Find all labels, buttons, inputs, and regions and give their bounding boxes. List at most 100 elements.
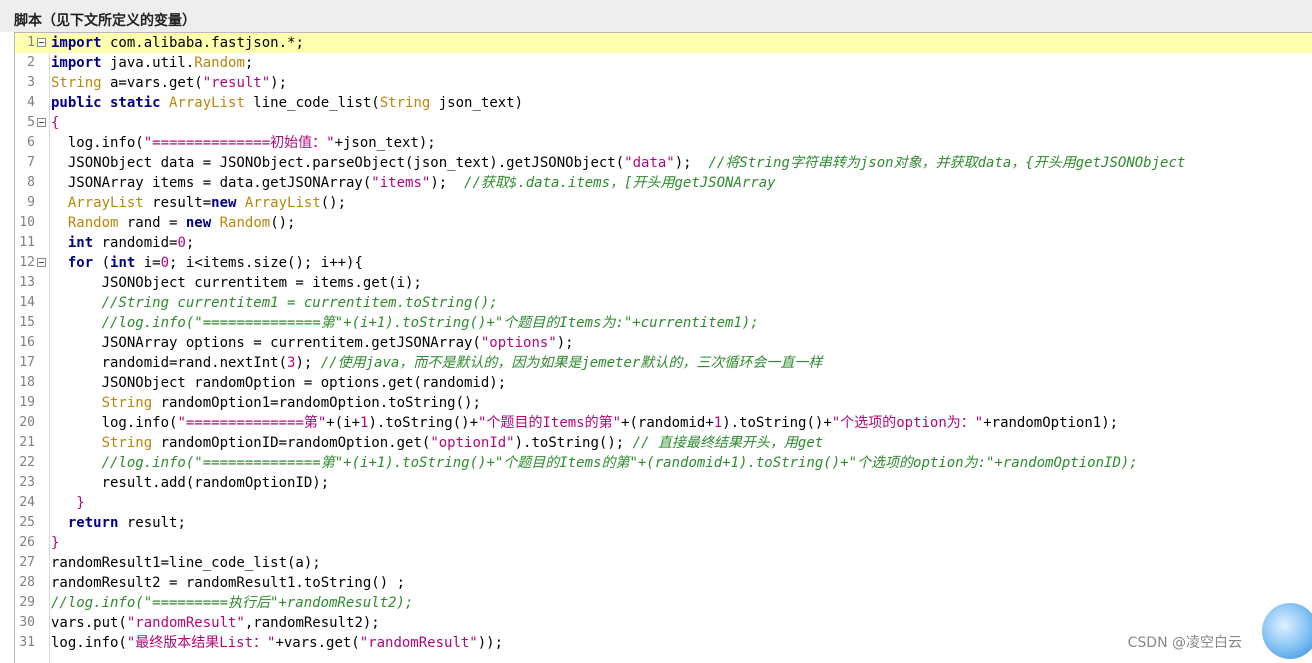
watermark: CSDN @凌空白云 — [1127, 635, 1242, 651]
code-token: "最终版本结果List：" — [126, 635, 276, 651]
code-text: //log.info("==============第"+(i+1).toStr… — [51, 313, 759, 333]
code-line[interactable]: 12 for (int i=0; i<items.size(); i++){ — [15, 253, 1312, 273]
code-token: return — [67, 515, 119, 531]
code-token: "==============初始值：" — [143, 135, 335, 151]
code-line[interactable]: 11 int randomid=0; — [15, 233, 1312, 253]
code-line[interactable]: 19 String randomOption1=randomOption.toS… — [15, 393, 1312, 413]
code-token: ( — [93, 255, 111, 271]
code-token: for — [67, 255, 94, 271]
code-line[interactable]: 2 import java.util.Random; — [15, 53, 1312, 73]
code-line[interactable]: 14 //String currentitem1 = currentitem.t… — [15, 293, 1312, 313]
code-token: ); — [270, 75, 288, 91]
code-line[interactable]: 6 log.info("==============初始值："+json_tex… — [15, 133, 1312, 153]
fold-toggle-icon[interactable] — [37, 118, 46, 127]
line-number: 13 — [19, 275, 35, 290]
code-token: ; i<items.size(); i++){ — [169, 255, 363, 271]
code-token: "个题目的Items的第" — [478, 415, 622, 431]
code-line[interactable]: 28 randomResult2 = randomResult1.toString… — [15, 573, 1312, 593]
code-token: ); — [556, 335, 574, 351]
code-line[interactable]: 21 String randomOptionID=randomOption.ge… — [15, 433, 1312, 453]
code-token: String — [101, 435, 153, 451]
code-line[interactable]: 16 JSONArray options = currentitem.getJS… — [15, 333, 1312, 353]
code-line[interactable]: 25 return result; — [15, 513, 1312, 533]
code-token: (); — [270, 215, 296, 231]
code-line[interactable]: 8 JSONArray items = data.getJSONArray("i… — [15, 173, 1312, 193]
code-token: JSONObject data = JSONObject.parseObject… — [51, 155, 625, 171]
code-line[interactable]: 17 randomid=rand.nextInt(3); //使用java，而不… — [15, 353, 1312, 373]
code-token: ); — [430, 175, 465, 191]
line-number: 4 — [27, 95, 35, 110]
code-token: ArrayList — [67, 195, 144, 211]
code-line[interactable]: 26} — [15, 533, 1312, 553]
code-text: int randomid=0; — [51, 233, 194, 253]
line-number: 12 — [19, 255, 35, 270]
code-token: JSONArray options = currentitem.getJSONA… — [51, 335, 481, 351]
fold-toggle-icon[interactable] — [37, 258, 46, 267]
avatar[interactable] — [1262, 603, 1312, 659]
code-token: java.util. — [101, 55, 195, 71]
code-line[interactable]: 9 ArrayList result=new ArrayList(); — [15, 193, 1312, 213]
code-text: JSONObject currentitem = items.get(i); — [51, 273, 422, 293]
code-token: ,randomResult2); — [244, 615, 380, 631]
code-line[interactable]: 10 Random rand = new Random(); — [15, 213, 1312, 233]
code-line[interactable]: 29 //log.info("=========执行后"+randomResult… — [15, 593, 1312, 613]
code-token: JSONObject currentitem = items.get(i); — [51, 275, 422, 291]
code-token: //String currentitem1 = currentitem.toSt… — [101, 295, 498, 311]
code-token: //log.info("==============第"+(i+1).toStr… — [101, 455, 1138, 471]
code-line[interactable]: 20 log.info("==============第"+(i+1).toSt… — [15, 413, 1312, 433]
line-number: 1 — [27, 35, 35, 50]
line-number: 16 — [19, 335, 35, 350]
code-line[interactable]: 3 String a=vars.get("result"); — [15, 73, 1312, 93]
code-editor[interactable]: 1 import com.alibaba.fastjson.*; 2 import j… — [14, 32, 1312, 663]
code-text: //log.info("=========执行后"+randomResult2)… — [51, 593, 413, 613]
code-line[interactable]: 23 result.add(randomOptionID); — [15, 473, 1312, 493]
code-line[interactable]: 15 //log.info("==============第"+(i+1).to… — [15, 313, 1312, 333]
code-text: return result; — [51, 513, 186, 533]
code-line[interactable]: 27 randomResult1=line_code_list(a); — [15, 553, 1312, 573]
code-token: { — [51, 115, 60, 131]
line-number: 15 — [19, 315, 35, 330]
code-text: JSONArray options = currentitem.getJSONA… — [51, 333, 574, 353]
code-line[interactable]: 4 public static ArrayList line_code_list(… — [15, 93, 1312, 113]
code-token: randomOption1=randomOption.toString(); — [152, 395, 481, 411]
code-token: } — [51, 535, 60, 551]
code-line[interactable]: 1 import com.alibaba.fastjson.*; — [15, 33, 1312, 53]
code-text: ArrayList result=new ArrayList(); — [51, 193, 346, 213]
code-line[interactable]: 22 //log.info("==============第"+(i+1).to… — [15, 453, 1312, 473]
code-line[interactable]: 24 } — [15, 493, 1312, 513]
code-token: vars.put( — [51, 615, 127, 631]
code-token: +vars.get( — [275, 635, 360, 651]
code-token: json_text) — [430, 95, 524, 111]
code-line[interactable]: 5{ — [15, 113, 1312, 133]
code-line[interactable]: 31 log.info("最终版本结果List："+vars.get("rando… — [15, 633, 1312, 653]
line-number: 28 — [19, 575, 35, 590]
code-text: randomResult1=line_code_list(a); — [51, 553, 321, 573]
line-number: 11 — [19, 235, 35, 250]
code-line[interactable]: 7 JSONObject data = JSONObject.parseObje… — [15, 153, 1312, 173]
line-number: 26 — [19, 535, 35, 550]
line-number: 9 — [27, 195, 35, 210]
code-line[interactable]: 18 JSONObject randomOption = options.get… — [15, 373, 1312, 393]
code-line[interactable]: 13 JSONObject currentitem = items.get(i)… — [15, 273, 1312, 293]
code-token: randomid=rand.nextInt( — [51, 355, 288, 371]
code-token: a=vars.get( — [101, 75, 203, 91]
code-token: +randomOption1); — [983, 415, 1119, 431]
code-token: JSONObject randomOption = options.get(ra… — [51, 375, 507, 391]
line-number: 17 — [19, 355, 35, 370]
code-text: String randomOptionID=randomOption.get("… — [51, 433, 824, 453]
code-text: //String currentitem1 = currentitem.toSt… — [51, 293, 498, 313]
code-token: +json_text); — [334, 135, 436, 151]
code-token: randomResult1=line_code_list(a); — [51, 555, 321, 571]
code-token: //log.info("=========执行后"+randomResult2)… — [51, 595, 414, 611]
fold-toggle-icon[interactable] — [37, 38, 46, 47]
code-token: String — [51, 75, 102, 91]
code-text: vars.put("randomResult",randomResult2); — [51, 613, 380, 633]
code-token: ); — [674, 155, 709, 171]
code-line[interactable]: 30 vars.put("randomResult",randomResult2)… — [15, 613, 1312, 633]
